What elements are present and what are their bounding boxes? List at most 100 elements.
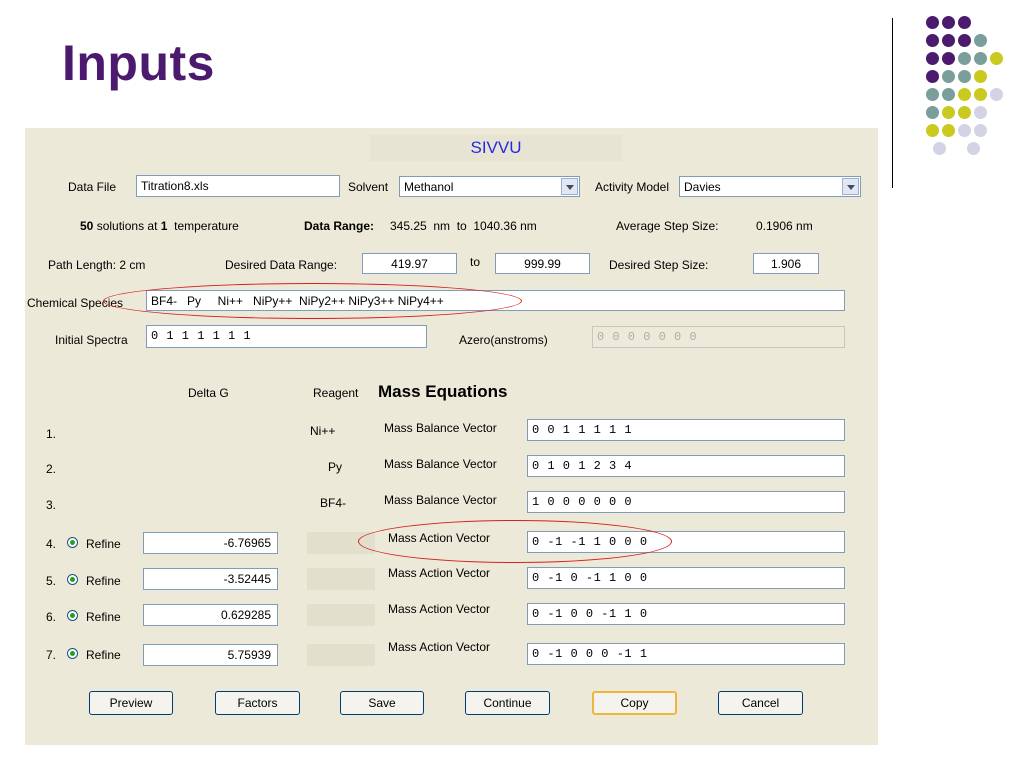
chevron-down-icon[interactable] [561, 178, 578, 195]
data-file-label: Data File [68, 180, 117, 194]
copy-button[interactable]: Copy [592, 691, 677, 715]
data-range-label: Data Range: [304, 219, 375, 233]
reagent-empty-slot [307, 604, 375, 626]
dot [974, 34, 987, 47]
delta-g-header: Delta G [188, 386, 229, 400]
equation-type: Mass Action Vector [388, 566, 491, 580]
data-file-field[interactable]: Titration8.xls [136, 175, 340, 197]
equation-number: 7. [46, 648, 57, 662]
dot [933, 142, 946, 155]
temperature-count: 1 [160, 219, 168, 233]
delta-g-field[interactable]: -6.76965 [143, 532, 278, 554]
dot [958, 52, 971, 65]
dot [942, 70, 955, 83]
dot [942, 124, 955, 137]
dot [990, 88, 1003, 101]
azero-label: Azero(anstroms) [459, 333, 548, 347]
dot [926, 34, 939, 47]
dot [926, 70, 939, 83]
desired-step-field[interactable]: 1.906 [753, 253, 819, 274]
refine-radio[interactable] [67, 537, 78, 548]
equation-type: Mass Balance Vector [384, 421, 497, 435]
vector-field[interactable]: 0 -1 0 0 -1 1 0 [527, 603, 845, 625]
equation-type: Mass Action Vector [388, 640, 491, 654]
dot [926, 106, 939, 119]
equation-number: 5. [46, 574, 57, 588]
refine-label: Refine [86, 574, 121, 588]
dot [990, 52, 1003, 65]
activity-model-label: Activity Model [595, 180, 670, 194]
solutions-summary: 50 solutions at 1 temperature [80, 219, 239, 233]
reagent-empty-slot [307, 532, 375, 554]
vector-field[interactable]: 0 -1 0 0 0 -1 1 [527, 643, 845, 665]
data-range-value: 345.25 nm to 1040.36 nm [390, 219, 537, 233]
solutions-text: solutions at [96, 219, 158, 233]
dot [958, 16, 971, 29]
chemical-species-field[interactable]: BF4- Py Ni++ NiPy++ NiPy2++ NiPy3++ NiPy… [146, 290, 845, 311]
vector-field[interactable]: 0 -1 -1 1 0 0 0 [527, 531, 845, 553]
initial-spectra-label: Initial Spectra [55, 333, 128, 347]
initial-spectra-field[interactable]: 0 1 1 1 1 1 1 [146, 325, 427, 348]
activity-model-select[interactable]: Davies [679, 176, 861, 197]
dot [926, 88, 939, 101]
dot [942, 52, 955, 65]
chevron-down-icon[interactable] [842, 178, 859, 195]
vector-field[interactable]: 1 0 0 0 0 0 0 [527, 491, 845, 513]
dot [974, 88, 987, 101]
range-to-field[interactable]: 999.99 [495, 253, 590, 274]
equation-type: Mass Action Vector [388, 531, 491, 545]
dot [958, 70, 971, 83]
refine-label: Refine [86, 537, 121, 551]
refine-radio[interactable] [67, 648, 78, 659]
equation-number: 6. [46, 610, 57, 624]
equation-number: 2. [46, 462, 57, 476]
refine-label: Refine [86, 648, 121, 662]
solvent-label: Solvent [348, 180, 389, 194]
equation-number: 3. [46, 498, 57, 512]
average-step-value: 0.1906 nm [756, 219, 813, 233]
solvent-select[interactable]: Methanol [399, 176, 580, 197]
equation-number: 4. [46, 537, 57, 551]
vector-field[interactable]: 0 1 0 1 2 3 4 [527, 455, 845, 477]
range-from-field[interactable]: 419.97 [362, 253, 457, 274]
reagent-empty-slot [307, 568, 375, 590]
dot [958, 106, 971, 119]
vector-field[interactable]: 0 -1 0 -1 1 0 0 [527, 567, 845, 589]
divider-line [892, 18, 893, 188]
equation-type: Mass Balance Vector [384, 457, 497, 471]
dot [926, 52, 939, 65]
cancel-button[interactable]: Cancel [718, 691, 803, 715]
delta-g-field[interactable]: 0.629285 [143, 604, 278, 626]
factors-button[interactable]: Factors [215, 691, 300, 715]
refine-radio[interactable] [67, 610, 78, 621]
dot [974, 106, 987, 119]
dot [958, 124, 971, 137]
preview-button[interactable]: Preview [89, 691, 173, 715]
continue-button[interactable]: Continue [465, 691, 550, 715]
vector-field[interactable]: 0 0 1 1 1 1 1 [527, 419, 845, 441]
reagent-value: BF4- [320, 496, 347, 510]
refine-radio[interactable] [67, 574, 78, 585]
dot [974, 124, 987, 137]
to-label: to [470, 255, 481, 269]
temperature-text: temperature [174, 219, 239, 233]
dot [942, 88, 955, 101]
reagent-value: Ni++ [310, 424, 336, 438]
app-title: SIVVU [470, 138, 522, 157]
average-step-label: Average Step Size: [616, 219, 719, 233]
dot [958, 34, 971, 47]
solvent-value: Methanol [404, 180, 454, 194]
chemical-species-label: Chemical Species [27, 296, 124, 310]
equation-type: Mass Balance Vector [384, 493, 497, 507]
azero-field: 0 0 0 0 0 0 0 [592, 326, 845, 348]
dot [926, 124, 939, 137]
dot [967, 142, 980, 155]
delta-g-field[interactable]: -3.52445 [143, 568, 278, 590]
save-button[interactable]: Save [340, 691, 424, 715]
mass-equations-header: Mass Equations [378, 382, 508, 401]
dot [942, 106, 955, 119]
reagent-empty-slot [307, 644, 375, 666]
path-length: Path Length: 2 cm [48, 258, 146, 272]
delta-g-field[interactable]: 5.75939 [143, 644, 278, 666]
dot [974, 52, 987, 65]
